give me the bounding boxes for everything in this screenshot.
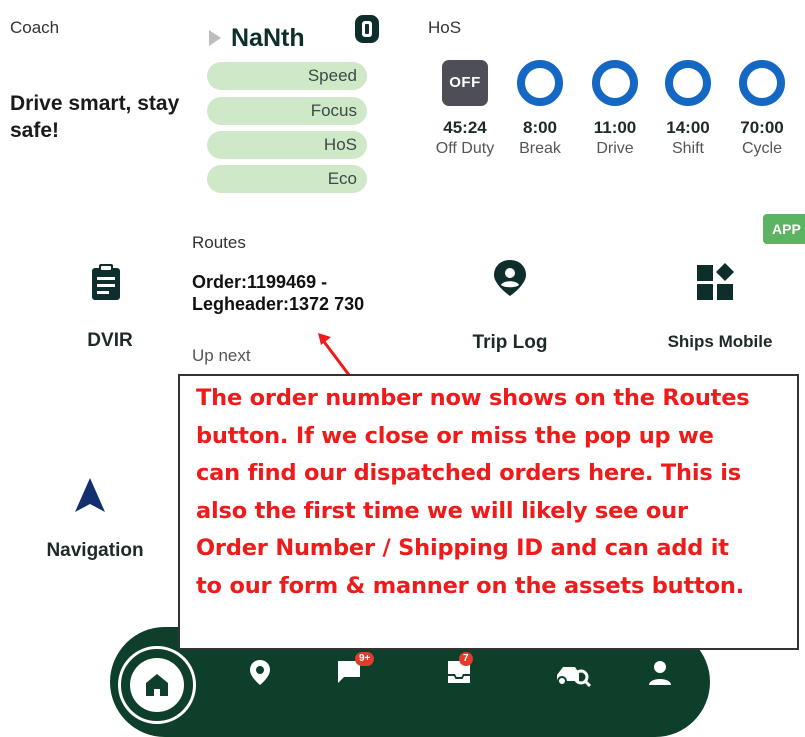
annotation-line: also the first time we will likely see o… <box>196 497 688 524</box>
home-icon <box>146 674 168 696</box>
hos-time: 45:24 <box>443 118 487 137</box>
hos-off-duty[interactable]: OFF 45:24 Off Duty <box>433 60 497 158</box>
hos-label: HoS <box>428 18 462 37</box>
off-duty-status-badge: OFF <box>442 60 488 106</box>
hos-caption: Off Duty <box>435 140 495 157</box>
hos-time: 8:00 <box>522 118 558 137</box>
cycle-ring-icon <box>739 60 785 106</box>
routes-order-number[interactable]: Order:1199469 - Legheader:1372 730 <box>192 271 382 315</box>
break-ring-icon <box>517 60 563 106</box>
hos-time: 11:00 <box>593 118 637 137</box>
navigation-arrow-icon <box>75 478 105 512</box>
hos-cycle[interactable]: 70:00 Cycle <box>730 60 794 158</box>
annotation-line: to our form & manner on the assets butto… <box>196 572 745 599</box>
hos-caption: Break <box>519 140 561 157</box>
score-pill-speed[interactable]: Speed <box>207 62 367 90</box>
app-tag[interactable]: APP <box>763 214 805 244</box>
hos-time: 70:00 <box>740 118 784 137</box>
hos-drive[interactable]: 11:00 Drive <box>583 60 647 158</box>
home-button[interactable] <box>118 646 196 724</box>
ships-mobile-tile[interactable]: Ships Mobile <box>640 250 800 360</box>
location-pin-icon <box>494 260 526 296</box>
score-pill-focus[interactable]: Focus <box>207 97 367 125</box>
navigation-label: Navigation <box>46 540 144 561</box>
routes-label: Routes <box>192 233 246 252</box>
annotation-line: The order number now shows on the Routes <box>196 385 750 411</box>
score-title[interactable]: NaNth <box>231 24 305 53</box>
messages-count-badge: 9+ <box>355 652 375 666</box>
play-icon[interactable] <box>209 30 221 46</box>
vehicle-search-icon[interactable] <box>555 661 591 687</box>
inbox-count-badge: 7 <box>459 652 473 666</box>
inbox-nav-button[interactable]: 7 <box>445 652 485 688</box>
annotation-callout: The order number now shows on the Routes… <box>178 374 799 650</box>
dvir-label: DVIR <box>87 330 133 351</box>
score-pill-eco[interactable]: Eco <box>207 165 367 193</box>
coach-message: Drive smart, stay safe! <box>10 92 180 142</box>
hos-time: 14:00 <box>666 118 710 137</box>
navigation-tile[interactable]: Navigation <box>20 470 170 570</box>
widgets-icon <box>697 263 734 300</box>
hos-shift[interactable]: 14:00 Shift <box>656 60 720 158</box>
trip-log-tile[interactable]: Trip Log <box>440 250 580 360</box>
hos-break[interactable]: 8:00 Break <box>508 60 572 158</box>
shift-ring-icon <box>665 60 711 106</box>
score-pill-hos[interactable]: HoS <box>207 131 367 159</box>
annotation-line: button. If we close or miss the pop up w… <box>196 422 714 449</box>
drive-ring-icon <box>592 60 638 106</box>
hos-caption: Drive <box>596 140 634 157</box>
coach-label: Coach <box>10 18 60 37</box>
ships-mobile-label: Ships Mobile <box>667 332 773 351</box>
routes-status: Up next <box>192 346 251 365</box>
clipboard-icon <box>92 264 120 300</box>
hos-caption: Shift <box>671 140 704 157</box>
annotation-line: can find our dispatched orders here. Thi… <box>196 460 741 486</box>
hos-caption: Cycle <box>741 140 782 157</box>
map-pin-nav-icon[interactable] <box>246 658 274 686</box>
messages-nav-button[interactable]: 9+ <box>335 652 375 688</box>
score-badge-icon <box>355 15 379 43</box>
dvir-tile[interactable]: DVIR <box>40 250 180 360</box>
trip-log-label: Trip Log <box>472 332 548 353</box>
annotation-line: Order Number / Shipping ID and can add i… <box>196 535 729 561</box>
profile-icon[interactable] <box>646 659 674 687</box>
